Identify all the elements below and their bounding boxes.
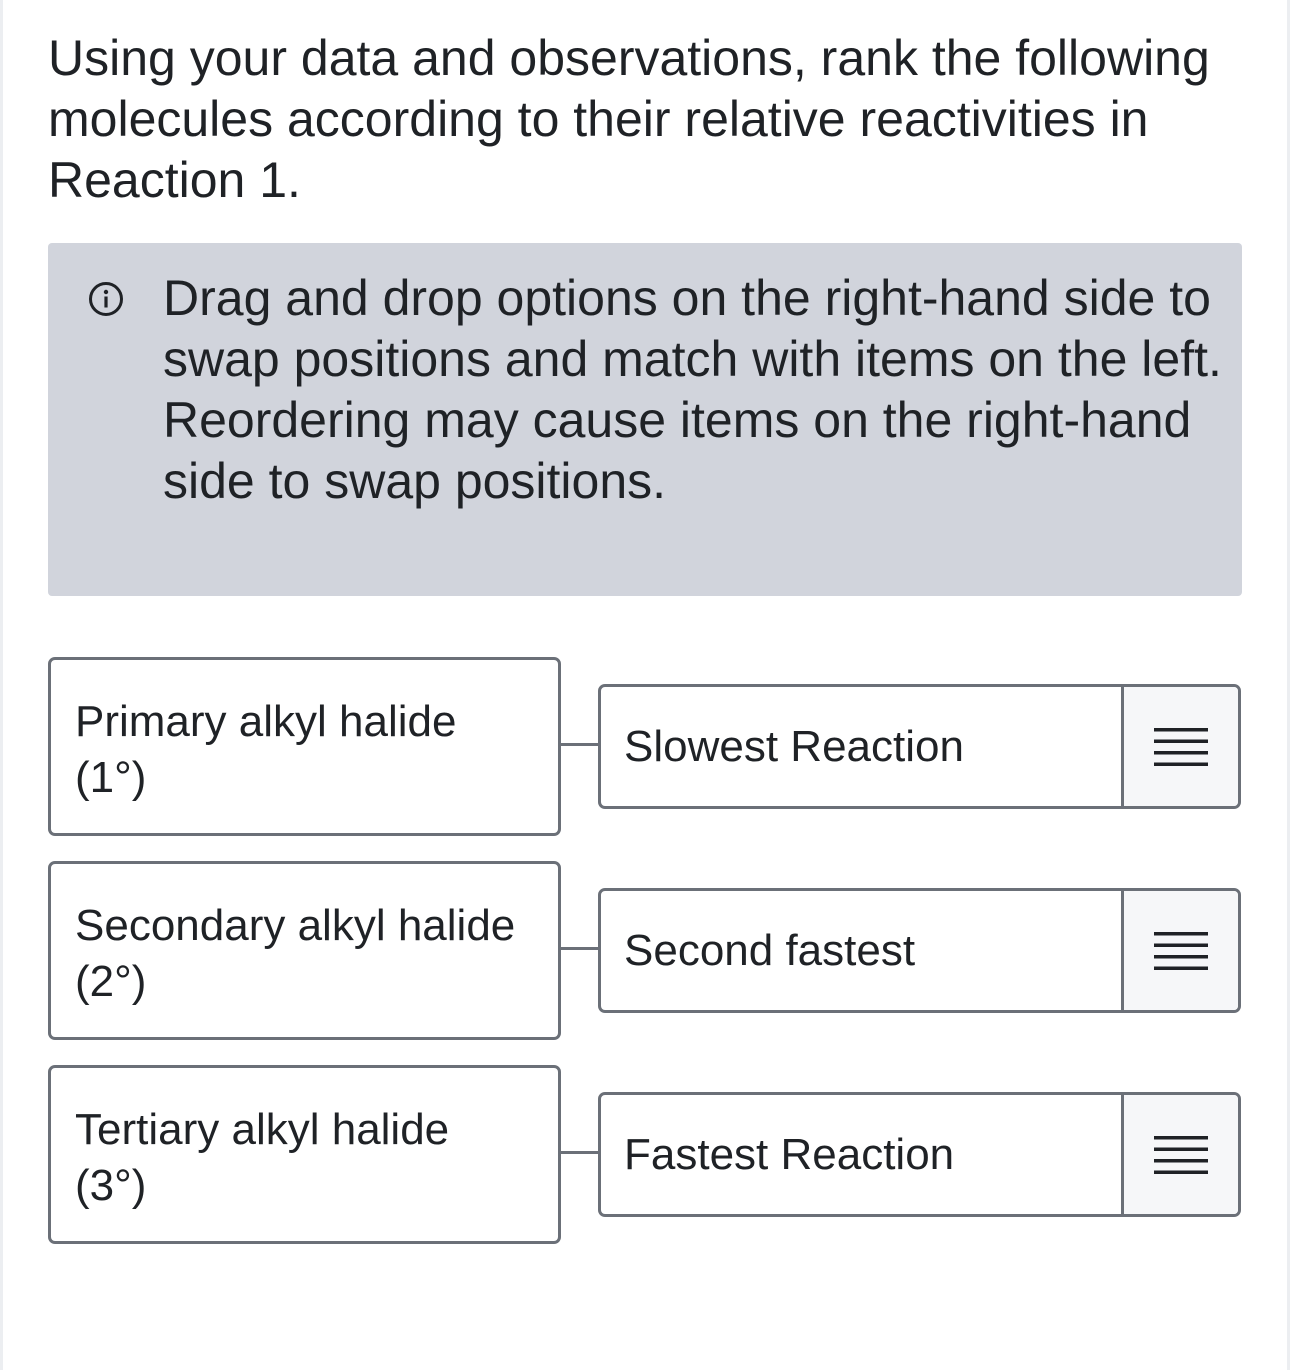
instructions-text: Drag and drop options on the right-hand … xyxy=(163,268,1223,512)
instructions-panel: Drag and drop options on the right-hand … xyxy=(48,243,1242,596)
instructions-line-1: Drag and drop options on the right-hand … xyxy=(163,270,1222,387)
match-connector xyxy=(561,1151,599,1154)
match-connector xyxy=(561,947,599,950)
match-item-label: Primary alkyl halide xyxy=(75,697,457,746)
drag-handle[interactable] xyxy=(1121,1095,1238,1214)
question-prompt: Using your data and observations, rank t… xyxy=(48,30,1210,208)
drag-handle-icon xyxy=(1154,1136,1208,1174)
option-label: Second fastest xyxy=(624,926,916,975)
match-item-tertiary: Tertiary alkyl halide (3°) xyxy=(48,1065,561,1244)
match-item-secondary: Secondary alkyl halide (2°) xyxy=(48,861,561,1040)
info-circle-icon xyxy=(89,282,123,316)
match-item-sublabel: (3°) xyxy=(75,1161,147,1210)
draggable-option-1[interactable]: Slowest Reaction xyxy=(598,684,1241,809)
left-frame-border xyxy=(0,0,3,1370)
match-item-label: Tertiary alkyl halide xyxy=(75,1105,450,1154)
draggable-option-2[interactable]: Second fastest xyxy=(598,888,1241,1013)
instructions-line-2: Reordering may cause items on the right-… xyxy=(163,392,1192,509)
drag-handle-icon xyxy=(1154,728,1208,766)
drag-handle[interactable] xyxy=(1121,891,1238,1010)
drag-handle-icon xyxy=(1154,932,1208,970)
match-item-sublabel: (1°) xyxy=(75,753,147,802)
draggable-option-3[interactable]: Fastest Reaction xyxy=(598,1092,1241,1217)
match-item-primary: Primary alkyl halide (1°) xyxy=(48,657,561,836)
option-label: Fastest Reaction xyxy=(624,1130,955,1179)
match-item-sublabel: (2°) xyxy=(75,957,147,1006)
drag-handle[interactable] xyxy=(1121,687,1238,806)
match-connector xyxy=(561,743,599,746)
option-label: Slowest Reaction xyxy=(624,722,964,771)
match-item-label: Secondary alkyl halide xyxy=(75,901,516,950)
